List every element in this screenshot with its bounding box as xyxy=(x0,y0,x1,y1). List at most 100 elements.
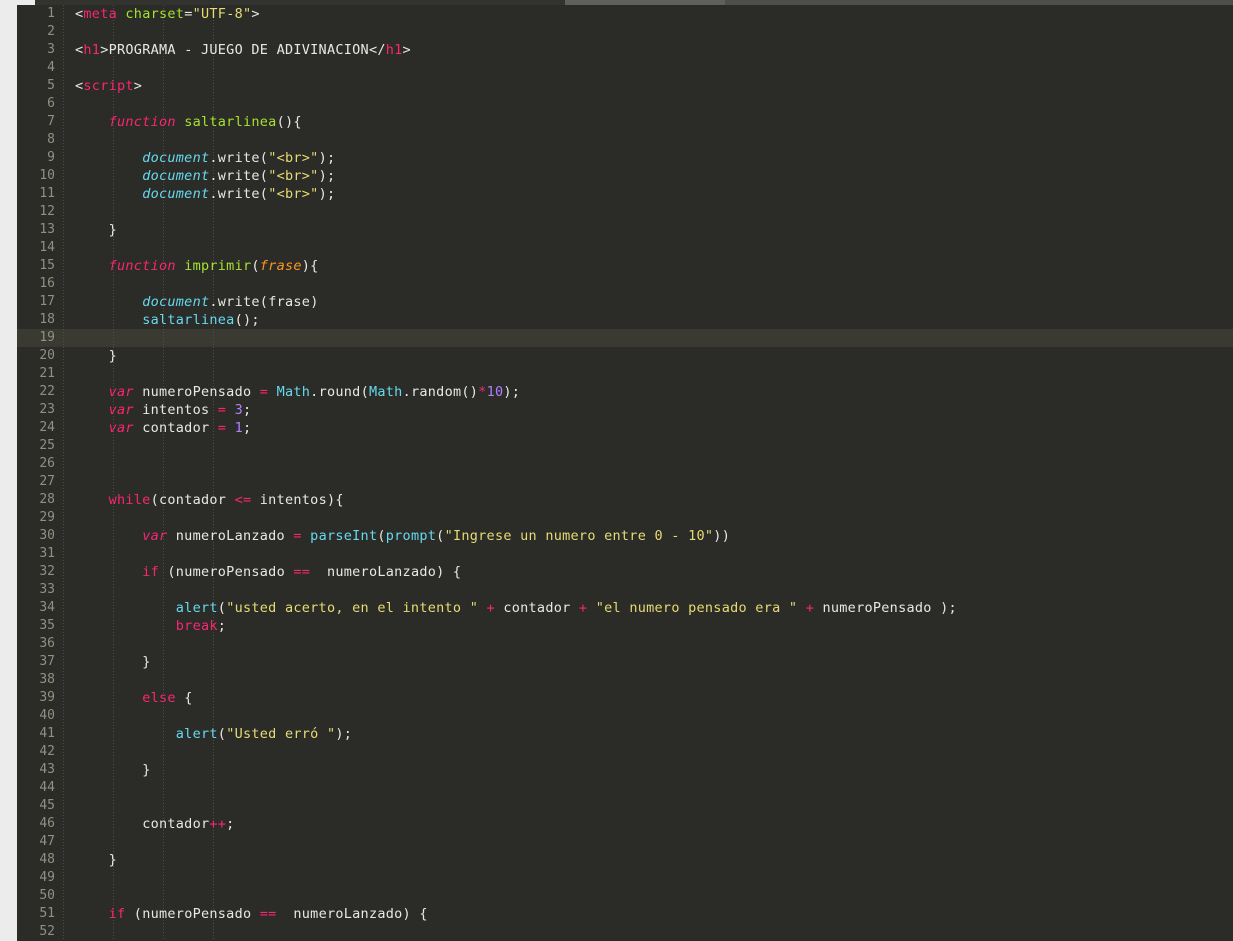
code-text: document.write("<br>"); xyxy=(142,150,336,166)
code-text: saltarlinea(); xyxy=(142,312,260,328)
code-text: var numeroPensado = Math.round(Math.rand… xyxy=(108,384,521,400)
line-number: 12 xyxy=(39,204,55,219)
line-number: 35 xyxy=(39,618,55,633)
line-number: 38 xyxy=(39,672,55,687)
line-number: 18 xyxy=(39,312,55,327)
code-line[interactable]: 41 alert("Usted erró "); xyxy=(17,725,1233,743)
line-number: 34 xyxy=(39,600,55,615)
code-line[interactable]: 38 xyxy=(17,671,1233,689)
code-text: } xyxy=(142,762,151,778)
code-line[interactable]: 8 xyxy=(17,131,1233,149)
code-line[interactable]: 50 xyxy=(17,887,1233,905)
code-line[interactable]: 42 xyxy=(17,743,1233,761)
line-number: 48 xyxy=(39,852,55,867)
line-number: 19 xyxy=(39,330,55,345)
code-line[interactable]: 40 xyxy=(17,707,1233,725)
code-line[interactable]: 48 } xyxy=(17,851,1233,869)
line-number: 20 xyxy=(39,348,55,363)
code-text: function imprimir(frase){ xyxy=(108,258,319,274)
line-number: 29 xyxy=(39,510,55,525)
code-text: <script> xyxy=(75,78,143,94)
code-line[interactable]: 12 xyxy=(17,203,1233,221)
code-line[interactable]: 52 xyxy=(17,923,1233,941)
line-number: 3 xyxy=(47,42,55,57)
code-text: } xyxy=(108,348,117,364)
code-line[interactable]: 46 contador++; xyxy=(17,815,1233,833)
code-line[interactable]: 22 var numeroPensado = Math.round(Math.r… xyxy=(17,383,1233,401)
line-number: 8 xyxy=(47,132,55,147)
code-line[interactable]: 26 xyxy=(17,455,1233,473)
code-line[interactable]: 24 var contador = 1; xyxy=(17,419,1233,437)
code-text: var contador = 1; xyxy=(108,420,252,436)
code-text: if (numeroPensado == numeroLanzado) { xyxy=(108,906,428,922)
editor-left-margin xyxy=(0,5,17,941)
editor-code-surface[interactable]: 1 <meta charset="UTF-8"> 2 3 <h1>PROGRAMA - … xyxy=(17,5,1233,941)
line-number: 47 xyxy=(39,834,55,849)
code-line[interactable]: 16 xyxy=(17,275,1233,293)
code-line[interactable]: 19 xyxy=(17,329,1233,347)
code-line[interactable]: 44 xyxy=(17,779,1233,797)
line-number: 4 xyxy=(47,60,55,75)
code-line[interactable]: 47 xyxy=(17,833,1233,851)
code-line[interactable]: 27 xyxy=(17,473,1233,491)
code-line[interactable]: 10 document.write("<br>"); xyxy=(17,167,1233,185)
code-line[interactable]: 14 xyxy=(17,239,1233,257)
tab-inactive[interactable] xyxy=(35,0,565,5)
code-text: var numeroLanzado = parseInt(prompt("Ing… xyxy=(142,528,731,544)
code-line[interactable]: 1 <meta charset="UTF-8"> xyxy=(17,5,1233,23)
code-line[interactable]: 29 xyxy=(17,509,1233,527)
code-line[interactable]: 7 function saltarlinea(){ xyxy=(17,113,1233,131)
code-line[interactable]: 23 var intentos = 3; xyxy=(17,401,1233,419)
code-line[interactable]: 31 xyxy=(17,545,1233,563)
code-line[interactable]: 13 } xyxy=(17,221,1233,239)
line-number: 21 xyxy=(39,366,55,381)
code-text: else { xyxy=(142,690,193,706)
line-number: 27 xyxy=(39,474,55,489)
line-number: 9 xyxy=(47,150,55,165)
line-number: 15 xyxy=(39,258,55,273)
line-number: 11 xyxy=(39,186,55,201)
code-line[interactable]: 20 } xyxy=(17,347,1233,365)
code-line[interactable]: 6 xyxy=(17,95,1233,113)
code-text: } xyxy=(108,222,117,238)
code-line[interactable]: 45 xyxy=(17,797,1233,815)
code-line[interactable]: 17 document.write(frase) xyxy=(17,293,1233,311)
code-text: } xyxy=(108,852,117,868)
code-line[interactable]: 33 xyxy=(17,581,1233,599)
code-line[interactable]: 25 xyxy=(17,437,1233,455)
line-number: 52 xyxy=(39,924,55,939)
code-text: contador++; xyxy=(142,816,235,832)
code-line[interactable]: 43 } xyxy=(17,761,1233,779)
code-line[interactable]: 11 document.write("<br>"); xyxy=(17,185,1233,203)
code-line[interactable]: 37 } xyxy=(17,653,1233,671)
code-line[interactable]: 18 saltarlinea(); xyxy=(17,311,1233,329)
code-line[interactable]: 3 <h1>PROGRAMA - JUEGO DE ADIVINACION</h1… xyxy=(17,41,1233,59)
code-line[interactable]: 39 else { xyxy=(17,689,1233,707)
line-number: 40 xyxy=(39,708,55,723)
line-number: 43 xyxy=(39,762,55,777)
code-line[interactable]: 36 xyxy=(17,635,1233,653)
code-line[interactable]: 21 xyxy=(17,365,1233,383)
line-number: 7 xyxy=(47,114,55,129)
code-line[interactable]: 15 function imprimir(frase){ xyxy=(17,257,1233,275)
code-line[interactable]: 4 xyxy=(17,59,1233,77)
code-text: <meta charset="UTF-8"> xyxy=(75,6,260,22)
code-text: document.write("<br>"); xyxy=(142,186,336,202)
line-number: 14 xyxy=(39,240,55,255)
code-line[interactable]: 5 <script> xyxy=(17,77,1233,95)
tab-active[interactable] xyxy=(565,0,725,5)
code-line[interactable]: 34 alert("usted acerto, en el intento " … xyxy=(17,599,1233,617)
line-number: 39 xyxy=(39,690,55,705)
code-line[interactable]: 49 xyxy=(17,869,1233,887)
code-text: document.write("<br>"); xyxy=(142,168,336,184)
code-line[interactable]: 32 if (numeroPensado == numeroLanzado) { xyxy=(17,563,1233,581)
code-line[interactable]: 35 break; xyxy=(17,617,1233,635)
line-number: 5 xyxy=(47,78,55,93)
code-line[interactable]: 28 while(contador <= intentos){ xyxy=(17,491,1233,509)
line-number: 13 xyxy=(39,222,55,237)
code-line[interactable]: 9 document.write("<br>"); xyxy=(17,149,1233,167)
code-line[interactable]: 30 var numeroLanzado = parseInt(prompt("… xyxy=(17,527,1233,545)
line-number: 26 xyxy=(39,456,55,471)
code-line[interactable]: 51 if (numeroPensado == numeroLanzado) { xyxy=(17,905,1233,923)
code-line[interactable]: 2 xyxy=(17,23,1233,41)
